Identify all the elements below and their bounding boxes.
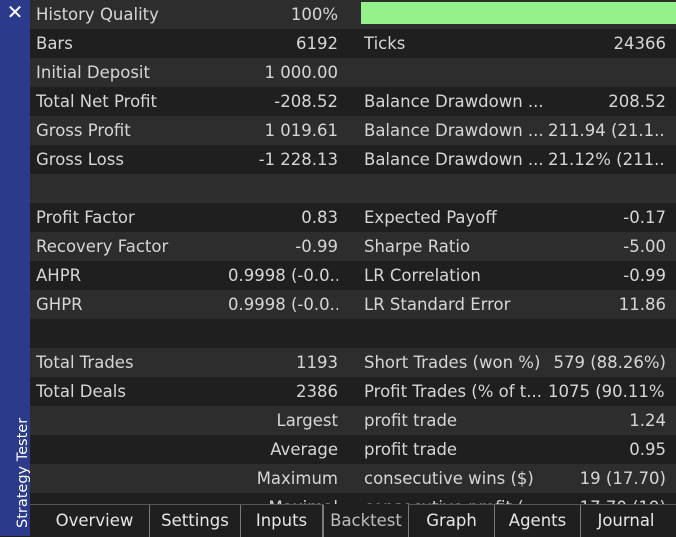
row-value: -0.99 xyxy=(295,237,338,256)
report-row: Total Trades 1193 Short Trades (won %) 579 … xyxy=(30,348,676,377)
tab-journal[interactable]: Journal xyxy=(581,505,671,537)
row-label: Recovery Factor xyxy=(36,237,169,256)
strategy-tester-side-panel: ✕ Strategy Tester xyxy=(0,0,31,536)
row-label: AHPR xyxy=(36,266,82,285)
row-label-secondary: LR Standard Error xyxy=(364,295,511,314)
row-label: Initial Deposit xyxy=(36,63,150,82)
row-label: Gross Profit xyxy=(36,121,131,140)
row-value-secondary: -5.00 xyxy=(623,237,666,256)
panel-title: Strategy Tester xyxy=(15,417,31,528)
report-row xyxy=(30,174,676,203)
row-value-secondary: 11.86 xyxy=(618,295,666,314)
report-row: Profit Factor 0.83 Expected Payoff -0.17 xyxy=(30,203,676,232)
row-value-secondary: 579 (88.26%) xyxy=(553,353,666,372)
report-row: AHPR 0.9998 (-0.0... LR Correlation -0.99 xyxy=(30,261,676,290)
row-label: Bars xyxy=(36,34,73,53)
row-label-secondary: Expected Payoff xyxy=(364,208,497,227)
row-label: Profit Factor xyxy=(36,208,135,227)
row-label-secondary: profit trade xyxy=(364,411,458,430)
row-label-secondary: Balance Drawdown ... xyxy=(364,92,544,111)
row-label-secondary: profit trade xyxy=(364,440,458,459)
report-row: Maximal consecutive profit (...17.70 (19) xyxy=(30,493,676,504)
tab-inputs[interactable]: Inputs xyxy=(241,505,323,537)
report-row: Gross Loss -1 228.13 Balance Drawdown ... 2… xyxy=(30,145,676,174)
history-quality-bar xyxy=(361,2,676,24)
row-label-secondary: Ticks xyxy=(364,34,406,53)
row-label: Total Trades xyxy=(36,353,134,372)
row-value: 0.83 xyxy=(301,208,338,227)
row-label-secondary: Profit Trades (% of t... xyxy=(364,382,543,401)
row-label-secondary: Short Trades (won %) xyxy=(364,353,541,372)
report-row: Total Deals 2386 Profit Trades (% of t... 1… xyxy=(30,377,676,406)
row-value-secondary: 17.70 (19) xyxy=(548,493,666,504)
row-value-secondary: 21.12% (211... xyxy=(548,150,666,169)
row-value: Largest xyxy=(276,411,339,430)
row-value: Average xyxy=(270,440,338,459)
tab-overview[interactable]: Overview xyxy=(40,505,150,537)
row-value: 1 000.00 xyxy=(264,63,338,82)
row-value-secondary: 1.24 xyxy=(629,411,666,430)
row-value-secondary: 211.94 (21.1... xyxy=(548,121,666,140)
row-value-secondary: 0.95 xyxy=(629,440,666,459)
row-value: 2386 xyxy=(296,382,338,401)
row-value: -1 228.13 xyxy=(258,150,338,169)
tab-settings[interactable]: Settings xyxy=(150,505,241,537)
report-row: Recovery Factor -0.99 Sharpe Ratio -5.00 xyxy=(30,232,676,261)
row-label-secondary: Sharpe Ratio xyxy=(364,237,471,256)
report-row: Gross Profit 1 019.61 Balance Drawdown ...… xyxy=(30,116,676,145)
row-value: Maximal xyxy=(228,493,338,504)
row-value: 100% xyxy=(290,5,338,24)
tester-tabs: Overview Settings Inputs Backtest Graph Agent… xyxy=(30,504,676,537)
row-value: 6192 xyxy=(296,34,338,53)
row-label-secondary: Balance Drawdown ... xyxy=(364,150,544,169)
row-label-secondary: consecutive wins ($) xyxy=(364,469,534,488)
report-row xyxy=(30,319,676,348)
row-value-secondary: 24366 xyxy=(613,34,667,53)
row-value-secondary: 19 (17.70) xyxy=(579,469,666,488)
row-label-secondary: LR Correlation xyxy=(364,266,481,285)
tab-graph[interactable]: Graph xyxy=(409,505,495,537)
row-value-secondary: 208.52 xyxy=(608,92,666,111)
row-label: Gross Loss xyxy=(36,150,124,169)
tab-agents[interactable]: Agents xyxy=(495,505,581,537)
report-row: Average profit trade 0.95 xyxy=(30,435,676,464)
report-row: GHPR 0.9998 (-0.0... LR Standard Error 11.8… xyxy=(30,290,676,319)
row-label: Total Deals xyxy=(36,382,126,401)
row-value-secondary: -0.17 xyxy=(623,208,666,227)
report-row: History Quality 100% xyxy=(30,0,676,29)
close-icon[interactable]: ✕ xyxy=(0,0,30,26)
row-value: 1 019.61 xyxy=(264,121,338,140)
report-row: Initial Deposit 1 000.00 xyxy=(30,58,676,87)
row-value: -208.52 xyxy=(274,92,338,111)
row-value-secondary: 1075 (90.11%) xyxy=(548,382,666,401)
row-value: 1193 xyxy=(296,353,338,372)
row-label-secondary: Balance Drawdown ... xyxy=(364,121,544,140)
report-row: Total Net Profit -208.52 Balance Drawdown … xyxy=(30,87,676,116)
report-row: Largest profit trade 1.24 xyxy=(30,406,676,435)
report-row: Bars 6192 Ticks 24366 xyxy=(30,29,676,58)
backtest-report: History Quality 100% Bars 6192 Ticks 24366 Ini… xyxy=(30,0,676,504)
row-value: 0.9998 (-0.0... xyxy=(228,295,338,314)
row-value-secondary: -0.99 xyxy=(623,266,666,285)
row-label-secondary: consecutive profit (... xyxy=(364,493,548,504)
row-label: GHPR xyxy=(36,295,83,314)
tab-backtest[interactable]: Backtest xyxy=(323,504,409,537)
row-value: Maximum xyxy=(256,469,338,488)
row-label: Total Net Profit xyxy=(36,92,158,111)
report-row: Maximum consecutive wins ($) 19 (17.70) xyxy=(30,464,676,493)
row-value: 0.9998 (-0.0... xyxy=(228,266,338,285)
row-label: History Quality xyxy=(36,5,159,24)
